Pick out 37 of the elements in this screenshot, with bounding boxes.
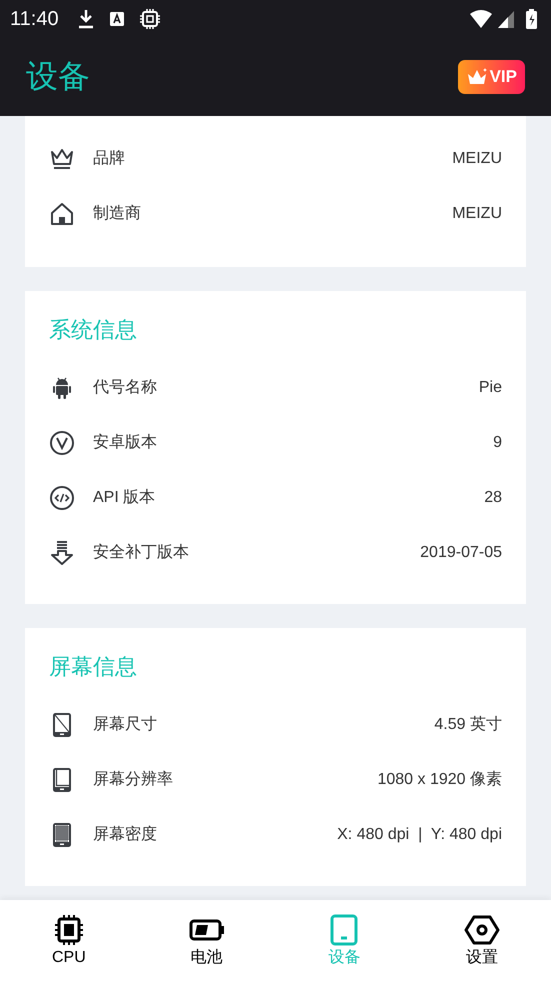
info-value: X: 480 dpi | Y: 480 dpi	[337, 826, 502, 844]
v-circle-icon	[49, 430, 75, 456]
info-label: API 版本	[93, 488, 156, 508]
info-value: 1080 x 1920 像素	[377, 770, 502, 790]
letter-box-icon	[108, 11, 125, 27]
info-label: 品牌	[93, 149, 126, 169]
section-title: 屏幕信息	[49, 653, 138, 681]
crown-icon	[466, 68, 488, 86]
chip-icon	[138, 8, 161, 30]
section-title: 系统信息	[49, 316, 138, 344]
info-label: 屏幕分辨率	[93, 770, 174, 790]
nav-tab[interactable]: 设置	[413, 900, 551, 981]
code-icon	[49, 484, 75, 510]
info-value: 2019-07-05	[420, 544, 502, 562]
info-label: 代号名称	[93, 378, 158, 398]
settings-icon	[464, 914, 500, 946]
info-value: MEIZU	[452, 204, 502, 222]
status-time: 11:40	[10, 8, 59, 30]
info-value: 9	[493, 434, 502, 452]
info-label: 安卓版本	[93, 432, 158, 453]
info-value: 28	[484, 488, 502, 506]
nav-tab[interactable]: 电池	[138, 900, 276, 981]
down-arrow-icon	[49, 540, 75, 566]
signal-icon	[498, 10, 514, 28]
info-label: 制造商	[93, 204, 142, 224]
info-label: 屏幕密度	[93, 824, 158, 845]
info-label: 安全补丁版本	[93, 542, 190, 563]
info-label: 屏幕尺寸	[93, 714, 158, 735]
nav-tab[interactable]: CPU	[0, 900, 138, 981]
house-icon	[49, 200, 75, 226]
info-value: MEIZU	[452, 150, 502, 168]
info-value: 4.59 英寸	[434, 714, 502, 735]
download-icon	[76, 9, 95, 29]
page-title: 设备	[26, 57, 90, 96]
battery-icon	[526, 9, 537, 29]
info-value: Pie	[478, 378, 502, 396]
wifi-icon	[470, 10, 492, 28]
